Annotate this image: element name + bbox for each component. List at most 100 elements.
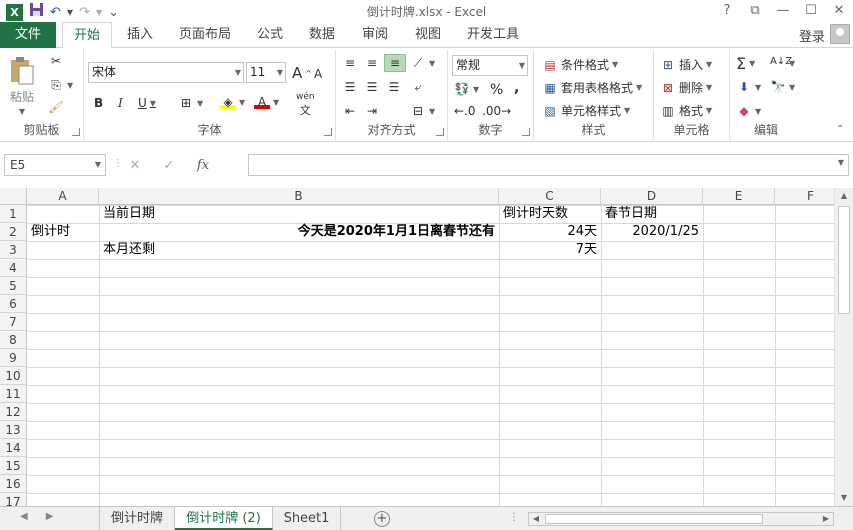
- align-bottom-button[interactable]: ≡: [384, 54, 406, 72]
- increase-indent-button[interactable]: ⇥: [364, 104, 380, 118]
- sort-filter-button[interactable]: A↓Z ▼: [770, 56, 795, 70]
- wrap-text-button[interactable]: ⤶: [410, 80, 426, 94]
- column-header-c[interactable]: C: [499, 188, 601, 205]
- format-as-table-button[interactable]: ▦ 套用表格格式 ▼: [542, 79, 642, 96]
- row-header-1[interactable]: 1: [0, 205, 27, 223]
- tab-file[interactable]: 文件: [0, 22, 56, 48]
- add-sheet-button[interactable]: +: [374, 511, 390, 527]
- cell-c2[interactable]: 24天: [503, 223, 597, 241]
- avatar[interactable]: [830, 24, 850, 44]
- row-header-16[interactable]: 16: [0, 475, 27, 493]
- bold-button[interactable]: B: [94, 96, 103, 110]
- align-left-button[interactable]: ☰: [342, 80, 358, 94]
- row-header-5[interactable]: 5: [0, 277, 27, 295]
- sheet-tab-2[interactable]: 倒计时牌 (2): [175, 507, 273, 530]
- align-middle-button[interactable]: ≡: [364, 56, 380, 70]
- formula-input[interactable]: ▼: [248, 154, 849, 176]
- cell-d2[interactable]: 2020/1/25: [605, 223, 699, 241]
- tab-data[interactable]: 数据: [300, 22, 344, 48]
- tab-home[interactable]: 开始: [62, 22, 112, 49]
- clipboard-launcher-icon[interactable]: [72, 128, 80, 136]
- shrink-font-button[interactable]: A: [314, 67, 322, 81]
- enter-icon[interactable]: ✓: [152, 158, 186, 173]
- sheet-tab-3[interactable]: Sheet1: [273, 507, 341, 530]
- name-box[interactable]: E5 ▼: [4, 154, 106, 176]
- cell-b2[interactable]: 今天是2020年1月1日离春节还有: [103, 223, 495, 241]
- grow-font-button[interactable]: A ^: [292, 64, 312, 82]
- insert-cells-button[interactable]: ⊞ 插入 ▼: [660, 56, 712, 73]
- tab-formulas[interactable]: 公式: [248, 22, 292, 48]
- decrease-indent-button[interactable]: ⇤: [342, 104, 358, 118]
- number-launcher-icon[interactable]: [522, 128, 530, 136]
- font-launcher-icon[interactable]: [324, 128, 332, 136]
- accounting-format-button[interactable]: 💱 ▼: [454, 82, 480, 96]
- cell-d1[interactable]: 春节日期: [605, 205, 657, 223]
- sheet-tab-1[interactable]: 倒计时牌: [99, 507, 175, 530]
- row-header-4[interactable]: 4: [0, 259, 27, 277]
- format-cells-button[interactable]: ▥ 格式 ▼: [660, 102, 712, 119]
- orientation-button[interactable]: ⟋ ▼: [410, 56, 435, 70]
- borders-button[interactable]: ⊞ ▼: [178, 96, 203, 110]
- tab-split-handle-icon[interactable]: ⋮: [509, 512, 519, 523]
- row-header-6[interactable]: 6: [0, 295, 27, 313]
- close-icon[interactable]: ✕: [825, 0, 853, 22]
- find-select-button[interactable]: 🔭 ▼: [770, 80, 796, 94]
- italic-button[interactable]: I: [118, 96, 123, 110]
- horizontal-scroll-thumb[interactable]: [545, 514, 763, 524]
- percent-style-button[interactable]: %: [490, 82, 503, 98]
- scroll-right-icon[interactable]: ▶: [819, 512, 833, 526]
- minimize-icon[interactable]: —: [769, 0, 797, 22]
- row-header-8[interactable]: 8: [0, 331, 27, 349]
- tab-developer[interactable]: 开发工具: [460, 22, 526, 48]
- autosum-button[interactable]: Σ ▼: [736, 54, 755, 73]
- select-all-corner[interactable]: [0, 188, 27, 205]
- increase-decimal-button[interactable]: ←.0: [454, 104, 476, 118]
- maximize-icon[interactable]: ☐: [797, 0, 825, 22]
- conditional-formatting-button[interactable]: ▤ 条件格式 ▼: [542, 56, 618, 73]
- scroll-left-icon[interactable]: ◀: [529, 512, 543, 526]
- delete-cells-button[interactable]: ⊠ 删除 ▼: [660, 79, 712, 96]
- row-header-13[interactable]: 13: [0, 421, 27, 439]
- format-painter-button[interactable]: 🖌: [48, 100, 64, 114]
- copy-button[interactable]: ⎘ ▼: [48, 78, 73, 92]
- vertical-scroll-thumb[interactable]: [838, 206, 850, 314]
- align-top-button[interactable]: ≡: [342, 56, 358, 70]
- cell-styles-button[interactable]: ▧ 单元格样式 ▼: [542, 102, 630, 119]
- font-color-button[interactable]: A ▼: [254, 95, 279, 109]
- comma-style-button[interactable]: ,: [514, 80, 519, 96]
- clear-button[interactable]: ◆ ▼: [736, 104, 761, 118]
- previous-sheet-icon[interactable]: ◀: [20, 511, 28, 522]
- vertical-scrollbar[interactable]: ▲ ▼: [834, 188, 853, 506]
- underline-button[interactable]: U ▼: [138, 96, 156, 110]
- row-header-11[interactable]: 11: [0, 385, 27, 403]
- fill-button[interactable]: ⬇ ▼: [736, 80, 761, 94]
- row-header-10[interactable]: 10: [0, 367, 27, 385]
- horizontal-scrollbar[interactable]: ◀ ▶: [528, 512, 834, 526]
- tab-review[interactable]: 审阅: [353, 22, 397, 48]
- worksheet-grid[interactable]: A B C D E F 1 2 3 4 5 6 7 8 9 10 11 12 1…: [0, 188, 853, 506]
- fill-color-button[interactable]: ◈ ▼: [220, 95, 245, 109]
- tab-view[interactable]: 视图: [406, 22, 450, 48]
- alignment-launcher-icon[interactable]: [436, 128, 444, 136]
- cell-c3[interactable]: 7天: [503, 241, 597, 259]
- align-right-button[interactable]: ☰: [386, 80, 402, 94]
- cell-a2[interactable]: 倒计时: [31, 223, 70, 241]
- cut-button[interactable]: ✂: [48, 54, 64, 68]
- font-size-combo[interactable]: 11 ▼: [246, 62, 286, 83]
- align-center-button[interactable]: ☰: [364, 80, 380, 94]
- row-header-3[interactable]: 3: [0, 241, 27, 259]
- collapse-ribbon-icon[interactable]: ⌃: [836, 124, 844, 135]
- scroll-up-icon[interactable]: ▲: [835, 188, 853, 204]
- scroll-down-icon[interactable]: ▼: [835, 490, 853, 506]
- row-header-7[interactable]: 7: [0, 313, 27, 331]
- column-header-b[interactable]: B: [99, 188, 499, 205]
- row-header-15[interactable]: 15: [0, 457, 27, 475]
- row-header-12[interactable]: 12: [0, 403, 27, 421]
- number-format-combo[interactable]: 常规 ▼: [452, 55, 528, 76]
- ribbon-display-options-icon[interactable]: ⧉: [741, 0, 769, 22]
- row-header-17[interactable]: 17: [0, 493, 27, 506]
- decrease-decimal-button[interactable]: .00→: [482, 104, 511, 118]
- phonetic-button[interactable]: wén 文: [296, 92, 315, 118]
- next-sheet-icon[interactable]: ▶: [46, 511, 54, 522]
- tab-insert[interactable]: 插入: [118, 22, 162, 48]
